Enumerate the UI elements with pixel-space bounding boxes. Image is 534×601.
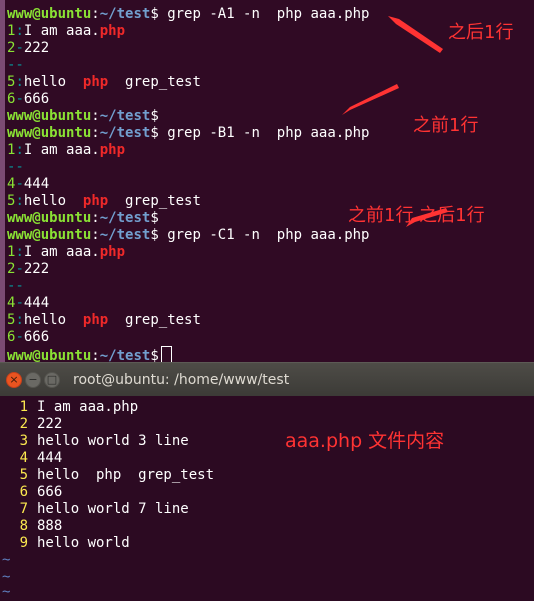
minimize-icon: − (28, 373, 38, 386)
minimize-button[interactable]: − (25, 372, 41, 388)
line-number: 7 (19, 501, 28, 517)
line-number: 8 (19, 518, 28, 534)
close-button[interactable]: × (6, 372, 22, 388)
line-number: 6 (19, 484, 28, 500)
maximize-button[interactable]: □ (44, 372, 60, 388)
window-title: root@ubuntu: /home/www/test (73, 372, 290, 388)
line-number: 9 (19, 535, 28, 551)
line-number: 3 (19, 433, 28, 449)
line-number: 5 (19, 467, 28, 483)
line-number: 4 (19, 450, 28, 466)
terminal-output[interactable]: www@ubuntu:~/test$ grep -A1 -n php aaa.p… (0, 0, 534, 362)
vim-editor[interactable]: 1I am aaa.php 2 222 3 hello world 3 line 4… (0, 396, 534, 600)
line-number: 2 (19, 416, 28, 432)
annotation-file-content: aaa.php 文件内容 (285, 430, 445, 452)
arrow-after-icon (388, 16, 443, 53)
window-titlebar[interactable]: × − □ root@ubuntu: /home/www/test (0, 362, 534, 396)
close-icon: × (9, 373, 19, 386)
arrow-context-icon (406, 208, 448, 227)
annotation-arrows (342, 16, 448, 227)
arrow-before-icon (342, 84, 399, 115)
maximize-icon: □ (46, 373, 58, 386)
line-number: 1 (19, 399, 28, 415)
